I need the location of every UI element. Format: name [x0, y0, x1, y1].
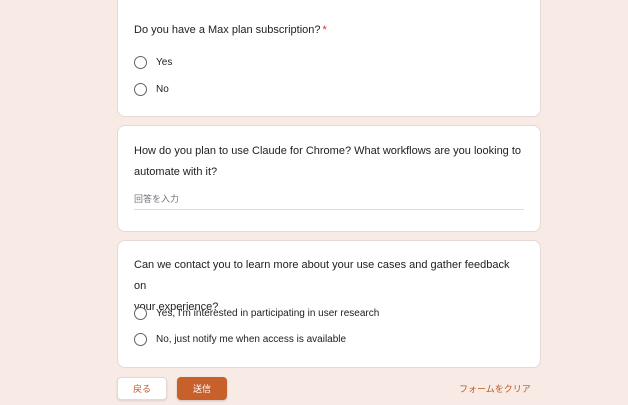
submit-button[interactable]: 送信: [177, 377, 227, 400]
question-card-contact: Can we contact you to learn more about y…: [117, 240, 541, 368]
option-label: No: [156, 83, 169, 95]
option-label: Yes, I'm interested in participating in …: [156, 307, 380, 319]
option-label: No, just notify me when access is availa…: [156, 333, 347, 345]
question-text-line: Can we contact you to learn more about y…: [134, 259, 510, 292]
question-title: How do you plan to use Claude for Chrome…: [134, 141, 524, 183]
radio-option-no[interactable]: No: [134, 81, 169, 97]
radio-option-user-research[interactable]: Yes, I'm interested in participating in …: [134, 305, 379, 321]
radio-button[interactable]: [134, 55, 147, 69]
radio-option-yes[interactable]: Yes: [134, 54, 172, 70]
question-card-workflows: How do you plan to use Claude for Chrome…: [117, 125, 541, 232]
radio-button[interactable]: [134, 306, 147, 320]
question-card-max-plan: Do you have a Max plan subscription? * Ye…: [117, 0, 541, 117]
answer-text-input[interactable]: [134, 192, 524, 210]
radio-option-notify-only[interactable]: No, just notify me when access is availa…: [134, 331, 346, 347]
clear-form-link[interactable]: フォームをクリア: [459, 382, 531, 395]
question-text: Do you have a Max plan subscription?: [134, 24, 321, 36]
radio-button[interactable]: [134, 82, 147, 96]
required-asterisk: *: [322, 24, 327, 36]
radio-button[interactable]: [134, 332, 147, 346]
option-label: Yes: [156, 56, 173, 68]
question-title: Do you have a Max plan subscription? *: [134, 20, 524, 41]
form-page: Do you have a Max plan subscription? * Ye…: [0, 0, 628, 405]
back-button[interactable]: 戻る: [117, 377, 167, 400]
question-text-line: automate with it?: [134, 166, 218, 178]
question-text-line: How do you plan to use Claude for Chrome…: [134, 145, 522, 157]
